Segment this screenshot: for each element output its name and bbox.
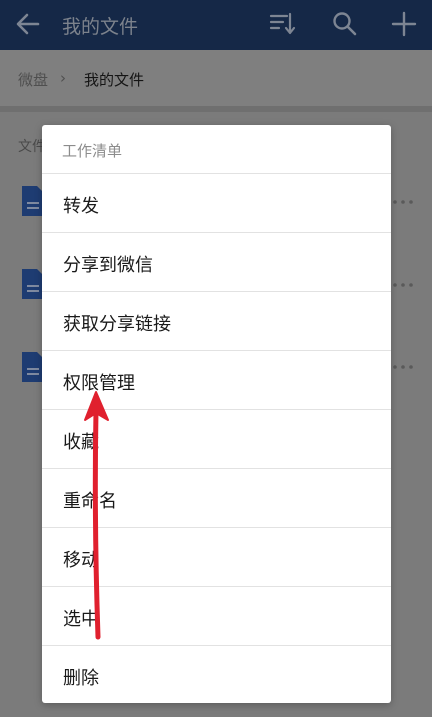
menu-item-get-share-link[interactable]: 获取分享链接 [42,291,391,349]
sort-icon[interactable] [268,10,296,38]
menu-item-label: 收藏 [63,432,99,453]
menu-item-favorite[interactable]: 收藏 [42,409,391,467]
section-divider [0,106,432,112]
menu-item-label: 选中 [63,609,99,630]
page-title: 我的文件 [62,16,139,38]
menu-item-label: 分享到微信 [63,255,153,276]
plus-icon[interactable] [390,10,418,38]
menu-item-share-wechat[interactable]: 分享到微信 [42,232,391,290]
more-options-icon[interactable] [392,282,416,288]
menu-item-move[interactable]: 移动 [42,527,391,585]
menu-item-delete[interactable]: 删除 [42,645,391,703]
menu-item-select[interactable]: 选中 [42,586,391,644]
search-icon[interactable] [331,10,359,38]
document-icon[interactable] [22,186,44,216]
menu-item-label: 删除 [63,668,99,689]
menu-item-label: 获取分享链接 [63,314,171,335]
menu-header: 工作清单 [62,142,123,160]
breadcrumb-separator: › [60,69,66,87]
menu-item-label: 转发 [63,196,99,217]
breadcrumb-root[interactable]: 微盘 [18,69,48,90]
menu-item-rename[interactable]: 重命名 [42,468,391,526]
context-menu: 工作清单 转发 分享到微信 获取分享链接 权限管理 收藏 重命名 移动 选中 删… [42,125,391,703]
menu-item-label: 权限管理 [63,373,135,394]
breadcrumb-current: 我的文件 [84,71,145,89]
back-arrow-icon[interactable] [14,10,42,38]
menu-item-permissions[interactable]: 权限管理 [42,350,391,408]
top-app-bar: 我的文件 [0,0,432,50]
menu-item-forward[interactable]: 转发 [42,173,391,231]
menu-item-label: 重命名 [63,491,117,512]
breadcrumb: 微盘 › 我的文件 [0,50,432,106]
document-icon[interactable] [22,269,44,299]
more-options-icon[interactable] [392,199,416,205]
menu-item-label: 移动 [63,550,99,571]
document-icon[interactable] [22,352,44,382]
more-options-icon[interactable] [392,364,416,370]
